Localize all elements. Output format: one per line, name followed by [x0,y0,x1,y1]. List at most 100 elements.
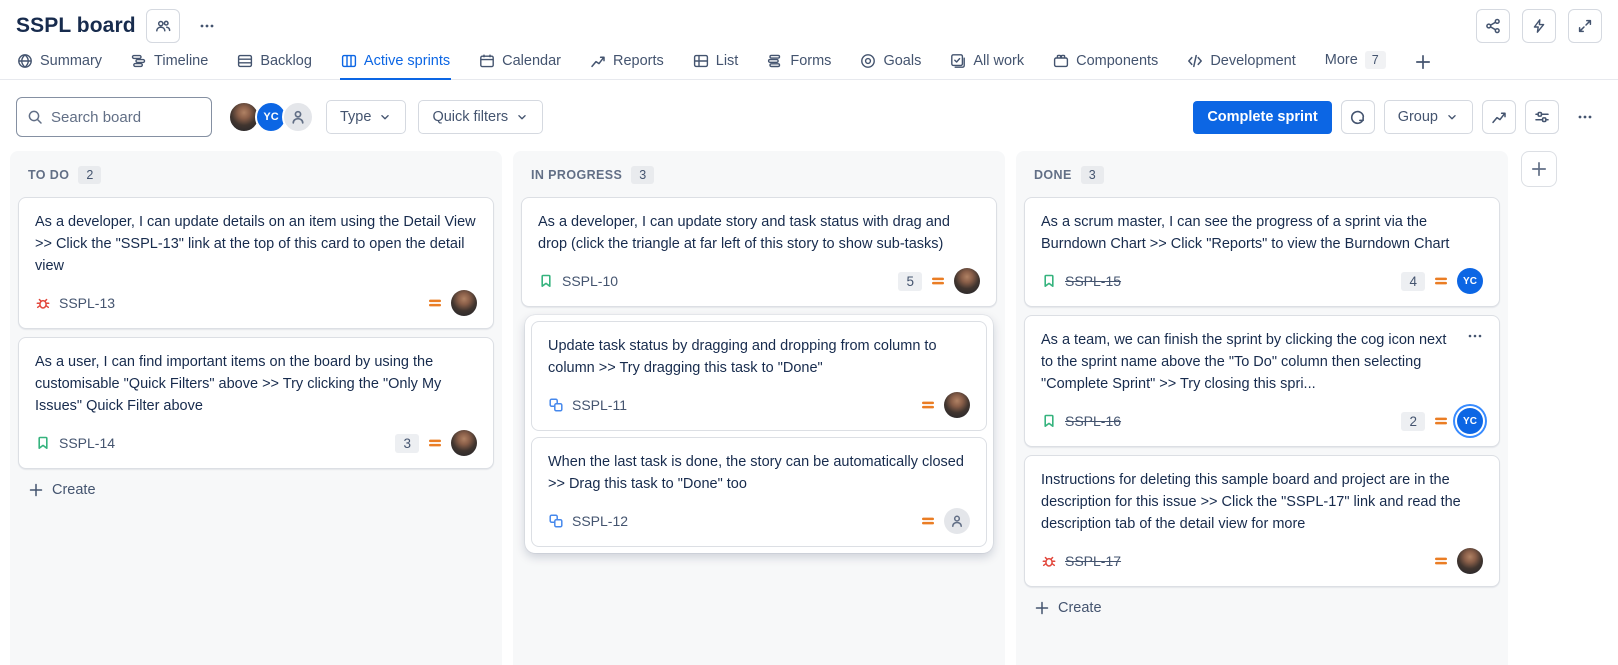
assignee-avatar[interactable] [954,268,980,294]
estimate-badge: 3 [395,433,419,453]
tab-development[interactable]: Development [1186,47,1296,80]
fullscreen-button[interactable] [1568,9,1602,43]
assignee-avatar[interactable] [944,392,970,418]
tab-active-sprints[interactable]: Active sprints [339,47,452,80]
forms-icon [767,53,783,69]
share-icon [1485,18,1501,34]
create-issue-button[interactable]: Create [28,482,96,498]
lightning-icon [1531,18,1547,34]
plus-icon [1034,600,1050,616]
issue-card[interactable]: As a team, we can finish the sprint by c… [1024,315,1500,447]
tab-list[interactable]: List [692,47,740,80]
assignee-avatar[interactable] [451,290,477,316]
issue-card[interactable]: When the last task is done, the story ca… [531,437,987,547]
insights-chart-icon [1491,109,1507,125]
column-count-badge: 2 [78,166,102,184]
issue-summary: As a user, I can find important items on… [35,354,442,414]
view-settings-button[interactable] [1525,100,1559,134]
tab-summary[interactable]: Summary [16,47,103,80]
issue-card[interactable]: As a developer, I can update details on … [18,197,494,329]
column-done: DONE 3 As a scrum master, I can see the … [1016,151,1508,665]
board-icon [341,53,357,69]
group-dropdown[interactable]: Group [1383,100,1473,134]
create-issue-button[interactable]: Create [1034,600,1102,616]
page-title: SSPL board [16,14,136,37]
issue-summary: As a team, we can finish the sprint by c… [1041,332,1447,392]
issue-key[interactable]: SSPL-16 [1065,413,1121,429]
issue-card[interactable]: As a user, I can find important items on… [18,337,494,469]
tab-backlog[interactable]: Backlog [236,47,313,80]
tab-calendar[interactable]: Calendar [478,47,562,80]
add-column-button[interactable] [1521,151,1557,187]
story-icon [35,435,51,451]
issue-summary: As a scrum master, I can see the progres… [1041,214,1450,252]
assignee-avatar[interactable] [1457,548,1483,574]
assignee-avatar[interactable]: YC [1457,408,1483,434]
search-input[interactable] [51,108,191,126]
issue-card[interactable]: As a developer, I can update story and t… [521,197,997,307]
search-board[interactable] [16,97,212,137]
issue-key[interactable]: SSPL-10 [562,273,618,289]
issue-key[interactable]: SSPL-14 [59,435,115,451]
tab-label: Components [1076,53,1159,69]
plus-icon [1414,53,1432,71]
backlog-icon [237,53,253,69]
priority-medium-icon [930,273,946,289]
issue-summary: Instructions for deleting this sample bo… [1041,472,1461,532]
issue-key[interactable]: SSPL-12 [572,513,628,529]
issue-card[interactable]: As a scrum master, I can see the progres… [1024,197,1500,307]
share-button[interactable] [1476,9,1510,43]
column-name: TO DO [28,168,70,182]
tab-reports[interactable]: Reports [589,47,665,80]
tab-timeline[interactable]: Timeline [130,47,209,80]
calendar-icon [479,53,495,69]
issue-summary: Update task status by dragging and dropp… [548,338,937,376]
dropdown-label: Group [1397,109,1438,125]
column-name: IN PROGRESS [531,168,623,182]
issue-key[interactable]: SSPL-13 [59,295,115,311]
tab-components[interactable]: Components [1052,47,1159,80]
jira-board-app: SSPL board Summary Timeline Backlog Acti… [0,0,1618,665]
more-horizontal-icon [1577,109,1593,125]
tab-goals[interactable]: Goals [859,47,922,80]
list-icon [693,53,709,69]
avatar-unassigned[interactable] [282,101,314,133]
issue-card[interactable]: Update task status by dragging and dropp… [531,321,987,431]
complete-sprint-button[interactable]: Complete sprint [1193,100,1332,134]
board-more-button[interactable] [189,9,224,43]
issue-key[interactable]: SSPL-15 [1065,273,1121,289]
board-members-button[interactable] [145,9,180,43]
globe-icon [17,53,33,69]
goals-icon [860,53,876,69]
priority-medium-icon [427,435,443,451]
assignee-avatar-unassigned[interactable] [944,508,970,534]
add-tab-button[interactable] [1414,53,1432,79]
tab-label: Calendar [502,53,561,69]
assignee-avatar[interactable] [451,430,477,456]
board-options-button[interactable] [1568,100,1602,134]
issue-key[interactable]: SSPL-17 [1065,553,1121,569]
tab-all-work[interactable]: All work [949,47,1025,80]
insights-button[interactable] [1482,100,1516,134]
issue-summary: As a developer, I can update story and t… [538,214,950,252]
sprint-cycle-icon [1349,109,1366,126]
sprint-menu-button[interactable] [1340,100,1375,134]
bug-icon [35,295,51,311]
type-filter-dropdown[interactable]: Type [326,100,407,134]
tab-label: Backlog [260,53,312,69]
issue-card[interactable]: Instructions for deleting this sample bo… [1024,455,1500,587]
priority-medium-icon [427,295,443,311]
issue-key[interactable]: SSPL-11 [572,397,627,413]
board-header: SSPL board [0,0,1618,44]
sliders-icon [1534,109,1550,125]
assignee-avatar[interactable]: YC [1457,268,1483,294]
quick-filters-dropdown[interactable]: Quick filters [418,100,544,134]
tab-forms[interactable]: Forms [766,47,832,80]
priority-medium-icon [920,513,936,529]
automation-button[interactable] [1522,9,1556,43]
estimate-badge: 2 [1401,411,1425,431]
card-options-button[interactable] [1463,324,1487,348]
timeline-icon [131,53,147,69]
dropdown-label: Quick filters [432,109,509,125]
tab-more[interactable]: More 7 [1324,45,1387,80]
